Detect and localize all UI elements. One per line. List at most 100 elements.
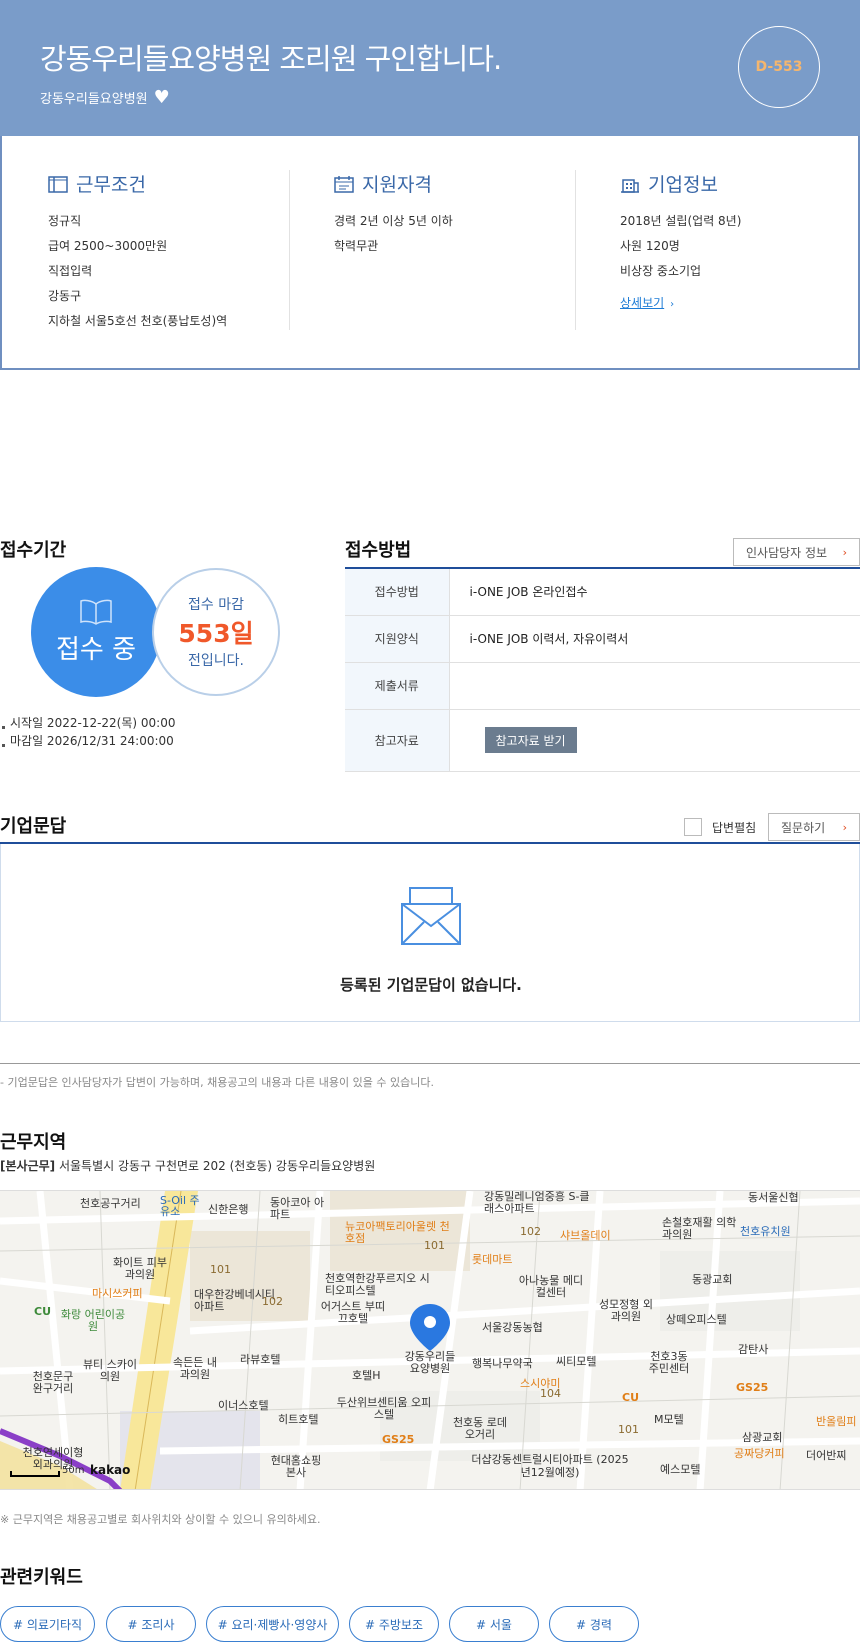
chevron-right-icon: › [670,299,675,310]
row-value: i-ONE JOB 온라인접수 [449,568,860,616]
map-label: 감탄사 [738,1343,769,1356]
keyword-tag[interactable]: # 조리사 [106,1606,196,1642]
map-badge: 102 [520,1225,541,1238]
map-scale-bar [10,1471,60,1477]
qna-note: - 기업문답은 인사담당자가 답변이 가능하며, 채용공고의 내용과 다른 내용… [0,1076,434,1089]
map-label: 천호역한강푸르지오 시티오피스텔 [325,1272,430,1297]
column-divider [289,170,290,330]
apply-method-table: 접수방법 i-ONE JOB 온라인접수 지원양식 i-ONE JOB 이력서,… [345,567,860,772]
document-icon [48,175,68,193]
company-detail-link[interactable]: 상세보기 › [620,294,674,311]
address-text: 서울특별시 강동구 구천면로 202 (천호동) 강동우리들요양병원 [58,1159,376,1173]
map-label: 상떼오피스텔 [666,1313,727,1326]
envelope-icon [401,887,461,945]
keyword-tag[interactable]: # 서울 [449,1606,539,1642]
row-label: 참고자료 [345,709,450,772]
condition-item: 급여 2500~3000만원 [48,239,168,253]
keyword-tag[interactable]: # 경력 [549,1606,639,1642]
table-row: 지원양식 i-ONE JOB 이력서, 자유이력서 [345,615,860,663]
work-conditions: 근무조건 정규직 급여 2500~3000만원 직접입력 강동구 지하철 서울5… [48,170,227,334]
map-label: 롯데마트 [472,1253,513,1266]
map-badge: GS25 [382,1433,415,1446]
map-badge: 101 [424,1239,445,1252]
days-left: 553일 [178,619,254,648]
company-info: 기업정보 2018년 설립(업력 8년) 사원 120명 비상장 중소기업 상세… [620,170,741,311]
heart-icon[interactable]: ♥ [154,88,170,107]
chevron-right-icon: › [842,820,847,834]
map-badge: GS25 [736,1381,769,1394]
map-badge: 104 [540,1387,561,1400]
map-label: 천호유치원 [740,1225,791,1238]
company-info-item: 2018년 설립(업력 8년) [620,214,742,228]
company-name[interactable]: 강동우리들요양병원 [40,88,148,107]
location-map[interactable]: 천호공구거리 S-Oil 주유소 신한은행 동아코아 아파트 강동밀레니엄중흥 … [0,1190,860,1490]
apply-period-heading: 접수기간 [0,540,67,561]
hr-contact-button[interactable]: 인사담당자 정보 › [733,538,860,566]
map-label: 두산위브센티움 오피스텔 [336,1396,432,1421]
apply-status: 접수 중 [55,634,137,665]
keyword-tag[interactable]: # 의료기타직 [0,1606,95,1642]
qualifications: 지원자격 경력 2년 이상 5년 이하 학력무관 [334,170,453,259]
map-label: 천호3동 주민센터 [648,1350,690,1375]
divider [0,1063,860,1064]
unfold-answers-label[interactable]: 답변펼침 [712,819,756,836]
map-label: 라뷰호텔 [240,1353,281,1366]
map-label: 반올림피 [816,1415,857,1428]
map-label: 어거스트 부띠끄호텔 [320,1300,386,1325]
map-badge: CU [34,1305,52,1318]
map-label: 동광교회 [692,1273,733,1286]
map-label: 예스모텔 [660,1463,701,1476]
map-label: 천호동 로데오거리 [452,1416,508,1441]
map-label: 현대홈쇼핑 본사 [270,1454,322,1479]
company-name-row: 강동우리들요양병원 ♥ [40,88,170,107]
map-label: 더샵강동센트럴시티아파트 (2025년12월예정) [471,1453,629,1479]
map-label: 동아코아 아파트 [270,1196,325,1221]
map-label: 샤브올데이 [560,1229,611,1242]
start-date: 시작일 2022-12-22(목) 00:00 [0,714,175,732]
qualification-item: 학력무관 [334,239,379,253]
map-label: 천호공구거리 [80,1197,141,1210]
map-label: 씨티모텔 [556,1355,597,1368]
keywords-heading: 관련키워드 [0,1567,83,1588]
map-label: 속든든 내과의원 [173,1356,217,1381]
map-label: 동서울신협 [748,1191,799,1204]
job-title: 강동우리들요양병원 조리원 구인합니다. [40,42,502,76]
map-label: 공짜당커피 [734,1447,785,1460]
open-book-icon [80,599,112,625]
work-address: [본사근무] 서울특별시 강동구 구천면로 202 (천호동) 강동우리들요양병… [0,1157,375,1174]
unfold-answers-checkbox[interactable] [684,818,702,836]
qna-heading: 기업문답 [0,816,67,837]
map-badge: 101 [618,1423,639,1436]
calendar-icon [334,175,354,193]
row-value: 참고자료 받기 [449,709,860,772]
map-label: 마시쓰커피 [92,1287,143,1300]
column-divider [575,170,576,330]
deadline-circle: 접수 마감 553일 전입니다. [152,568,280,696]
job-summary-box: 근무조건 정규직 급여 2500~3000만원 직접입력 강동구 지하철 서울5… [0,136,860,370]
kakao-logo: kakao [90,1463,131,1477]
map-scale-label: 50m [62,1465,85,1476]
keyword-tag[interactable]: # 주방보조 [349,1606,439,1642]
row-label: 접수방법 [345,568,450,616]
map-label: 아나농물 메디컬센터 [518,1274,584,1299]
map-label: 화이트 피부과의원 [112,1256,168,1281]
apply-method-heading: 접수방법 [345,540,412,561]
ask-question-button[interactable]: 질문하기 › [768,813,860,841]
company-info-item: 사원 120명 [620,239,680,253]
map-badge: 101 [210,1263,231,1276]
map-label: 화랑 어린이공원 [60,1308,126,1333]
map-label: 서울강동농협 [482,1321,543,1334]
map-label: 행복나무약국 [472,1357,533,1370]
map-label: 성모정형 외과의원 [598,1298,654,1323]
qna-empty-message: 등록된 기업문답이 없습니다. [340,976,522,994]
download-reference-button[interactable]: 참고자료 받기 [484,727,577,753]
keyword-tag[interactable]: # 요리·제빵사·영양사 [206,1606,339,1642]
row-value [449,662,860,710]
map-badge: CU [622,1391,640,1404]
building-icon [621,178,639,193]
condition-item: 지하철 서울5호선 천호(풍납토성)역 [48,314,228,328]
map-label: 천호문구 완구거리 [32,1370,74,1395]
row-label: 지원양식 [345,615,450,663]
condition-item: 강동구 [48,289,82,303]
apply-dates: 시작일 2022-12-22(목) 00:00 마감일 2026/12/31 2… [0,714,175,750]
